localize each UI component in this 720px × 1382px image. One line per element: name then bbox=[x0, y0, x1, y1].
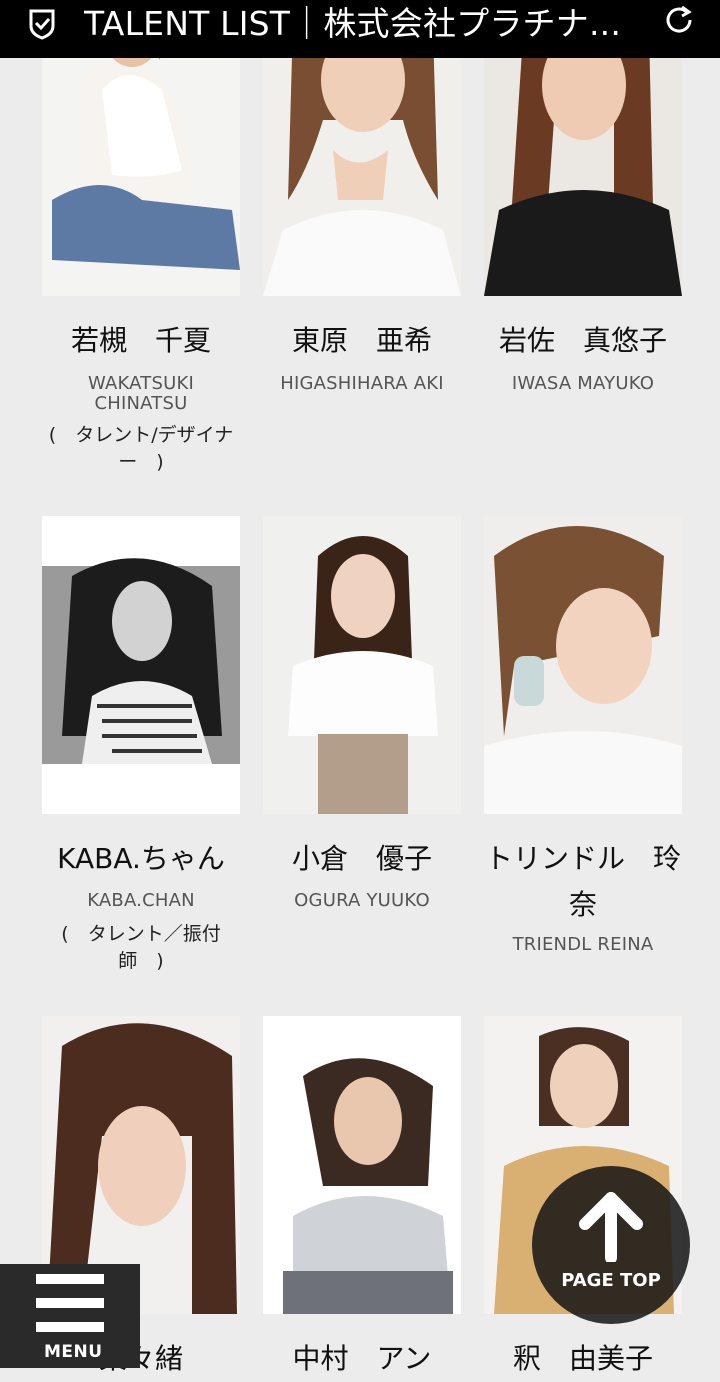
talent-role: ( タレント／振付師 ) bbox=[61, 923, 221, 972]
talent-photo[interactable] bbox=[484, 516, 682, 814]
talent-name[interactable]: 東原 亜希 bbox=[263, 318, 461, 364]
talent-photo[interactable] bbox=[263, 1016, 461, 1314]
talent-name[interactable]: KABA.ちゃん bbox=[42, 836, 240, 882]
talent-romaji: WAKATSUKI CHINATSU bbox=[87, 373, 195, 414]
menu-label: MENU bbox=[44, 1342, 103, 1362]
talent-name[interactable]: 若槻 千夏 bbox=[42, 318, 240, 364]
hamburger-icon bbox=[36, 1274, 104, 1284]
talent-role: ( タレント/デザイナー ) bbox=[48, 424, 234, 473]
talent-name[interactable]: 小倉 優子 bbox=[263, 836, 461, 882]
talent-romaji: IWASA MAYUKO bbox=[511, 373, 655, 394]
talent-romaji: OGURA YUUKO bbox=[294, 890, 430, 911]
talent-name[interactable]: 岩佐 真悠子 bbox=[484, 318, 682, 364]
talent-photo[interactable] bbox=[42, 516, 240, 814]
talent-romaji: TRIENDL REINA bbox=[512, 934, 654, 955]
page-top-label: PAGE TOP bbox=[561, 1270, 661, 1291]
talent-name[interactable]: 中村 アン bbox=[263, 1336, 461, 1382]
shield-check-icon bbox=[29, 9, 55, 40]
talent-name[interactable]: トリンドル 玲奈 bbox=[484, 836, 682, 928]
menu-button[interactable]: MENU bbox=[0, 1264, 140, 1368]
talent-romaji: HIGASHIHARA AKI bbox=[280, 373, 444, 394]
browser-top-bar: TALENT LIST｜株式会社プラチナ... bbox=[0, 0, 720, 58]
talent-romaji: KABA.CHAN bbox=[87, 890, 195, 911]
talent-photo[interactable] bbox=[263, 516, 461, 814]
reload-icon[interactable] bbox=[662, 3, 696, 37]
page-top-button[interactable]: PAGE TOP bbox=[532, 1166, 690, 1324]
arrow-up-icon bbox=[579, 1192, 643, 1262]
talent-name[interactable]: 釈 由美子 bbox=[484, 1336, 682, 1382]
page-title: TALENT LIST｜株式会社プラチナ... bbox=[84, 5, 622, 43]
